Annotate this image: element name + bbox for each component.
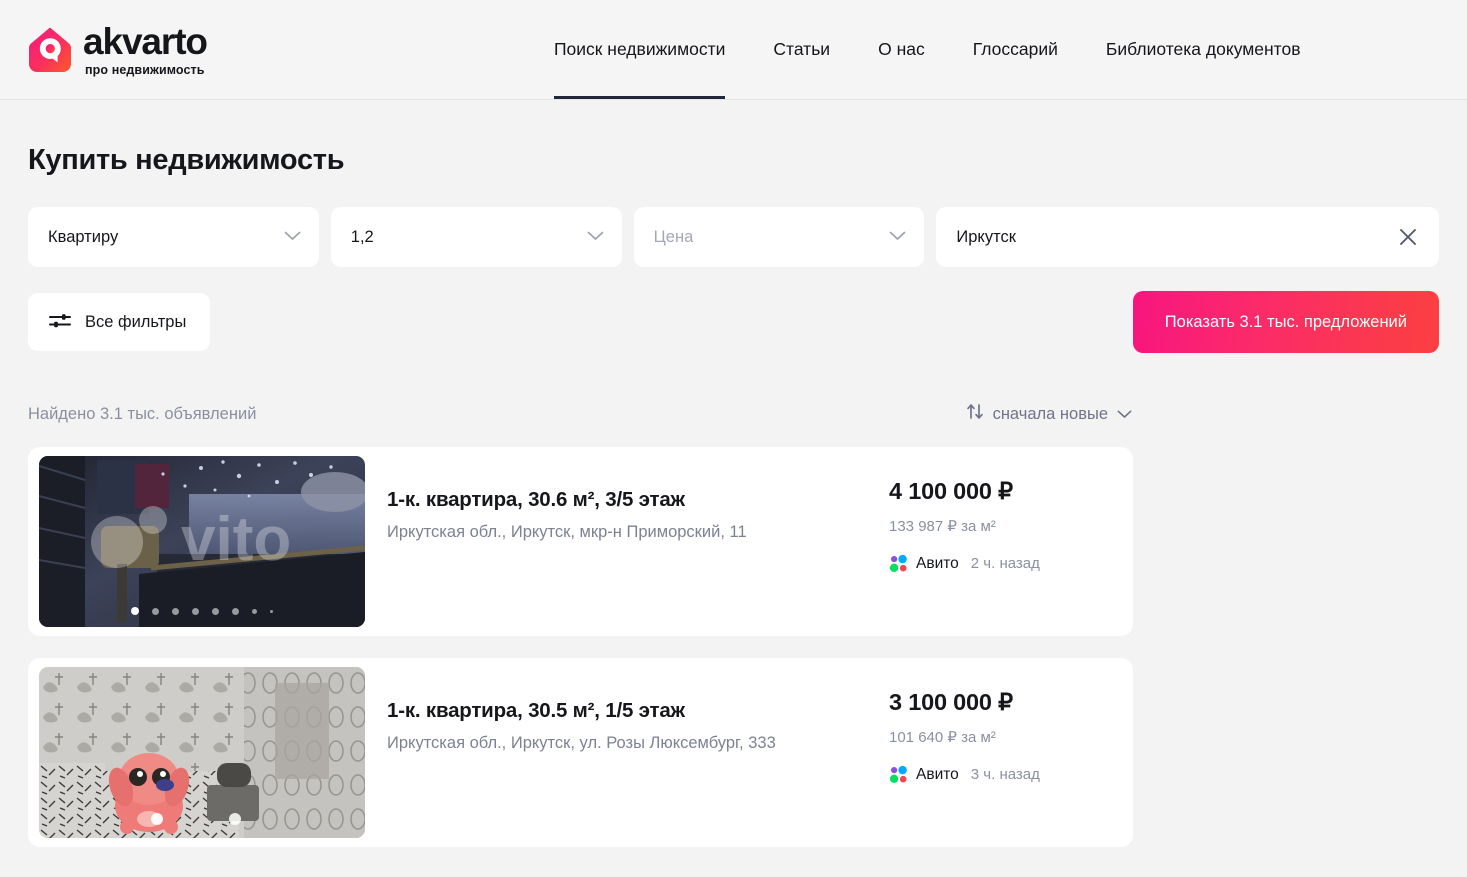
- brand-name: akvarto: [83, 20, 208, 62]
- main-nav: Поиск недвижимости Статьи О нас Глоссари…: [553, 0, 1301, 99]
- site-header: akvarto про недвижимость Поиск недвижимо…: [0, 0, 1467, 100]
- listing-price-per-meter: 133 987 ₽ за м²: [889, 518, 996, 535]
- house-pin-logo-icon: [28, 26, 72, 73]
- page-title: Купить недвижимость: [28, 144, 345, 176]
- main-content: Купить недвижимость Квартиру 1,2 Цена Ир…: [0, 144, 1467, 847]
- close-icon[interactable]: [1395, 224, 1421, 250]
- listing-time: 2 ч. назад: [970, 555, 1040, 572]
- nav-item-about[interactable]: О нас: [878, 0, 925, 99]
- search-filters-row: Квартиру 1,2 Цена Иркутск: [28, 207, 1440, 267]
- photo-dot[interactable]: [270, 609, 273, 613]
- all-filters-label: Все фильтры: [85, 312, 187, 331]
- property-type-value: Квартиру: [48, 227, 119, 246]
- all-filters-button[interactable]: Все фильтры: [28, 293, 211, 351]
- photo-dot[interactable]: [212, 607, 219, 615]
- avito-logo-icon: [889, 765, 908, 784]
- sort-label: сначала новые: [992, 404, 1108, 423]
- filter-actions-row: Все фильтры Показать 3.1 тыс. предложени…: [28, 291, 1439, 353]
- chevron-down-icon: [587, 228, 604, 246]
- listing-price-per-meter: 101 640 ₽ за м²: [889, 729, 996, 746]
- nav-item-glossary[interactable]: Глоссарий: [973, 0, 1058, 99]
- show-offers-button[interactable]: Показать 3.1 тыс. предложений: [1132, 291, 1439, 353]
- listing-price: 4 100 000 ₽: [889, 478, 1013, 504]
- listing-source-row: Авито 3 ч. назад: [889, 765, 1040, 784]
- listing-address: Иркутская обл., Иркутск, мкр-н Приморски…: [387, 523, 747, 541]
- listing-photo[interactable]: vito: [39, 456, 365, 627]
- brand-logo[interactable]: akvarto про недвижимость: [0, 0, 208, 99]
- photo-dot[interactable]: [192, 607, 199, 615]
- rooms-select[interactable]: 1,2: [330, 207, 622, 267]
- city-value: Иркутск: [956, 227, 1016, 246]
- results-count: Найдено 3.1 тыс. объявлений: [28, 404, 257, 423]
- photo-dot[interactable]: [152, 607, 159, 615]
- property-type-select[interactable]: Квартиру: [28, 207, 319, 267]
- brand-text: akvarto про недвижимость: [83, 20, 208, 77]
- listing-text-block: 1-к. квартира, 30.6 м², 3/5 этаж Иркутск…: [387, 488, 887, 542]
- svg-text:vito: vito: [181, 505, 291, 574]
- results-header: Найдено 3.1 тыс. объявлений сначала новы…: [28, 403, 1439, 425]
- rooms-value: 1,2: [350, 227, 374, 246]
- nav-item-articles[interactable]: Статьи: [773, 0, 830, 99]
- listing-source-name: Авито: [916, 765, 959, 783]
- listing-price-block: 3 100 000 ₽ 101 640 ₽ за м² Авито 3 ч. н…: [889, 688, 1040, 784]
- listing-card[interactable]: vito 1-к. квартира, 30.6 м², 3/5 этаж Ир…: [28, 447, 1133, 636]
- nav-item-documents[interactable]: Библиотека документов: [1106, 0, 1301, 99]
- price-select[interactable]: Цена: [633, 207, 925, 267]
- listing-title[interactable]: 1-к. квартира, 30.5 м², 1/5 этаж: [387, 699, 887, 723]
- listing-title[interactable]: 1-к. квартира, 30.6 м², 3/5 этаж: [387, 488, 887, 512]
- listing-text-block: 1-к. квартира, 30.5 м², 1/5 этаж Иркутск…: [387, 699, 887, 753]
- sort-arrows-icon: [966, 403, 984, 425]
- price-placeholder: Цена: [653, 227, 694, 246]
- listing-address: Иркутская обл., Иркутск, ул. Розы Люксем…: [387, 734, 776, 752]
- avito-logo-icon: [889, 554, 908, 573]
- listing-price: 3 100 000 ₽: [889, 689, 1013, 715]
- chevron-down-icon: [889, 228, 906, 246]
- city-input[interactable]: Иркутск: [936, 207, 1440, 267]
- nav-item-search[interactable]: Поиск недвижимости: [553, 0, 726, 99]
- brand-tagline: про недвижимость: [85, 62, 205, 77]
- photo-dot-active[interactable]: [131, 607, 139, 615]
- listing-price-block: 4 100 000 ₽ 133 987 ₽ за м² Авито 2 ч. н…: [889, 477, 1040, 573]
- photo-dot[interactable]: [252, 608, 257, 614]
- chevron-down-icon: [284, 228, 301, 246]
- listing-card[interactable]: 1-к. квартира, 30.5 м², 1/5 этаж Иркутск…: [28, 658, 1133, 847]
- photo-dot[interactable]: [232, 607, 239, 615]
- sliders-icon: [49, 312, 71, 332]
- listing-photo[interactable]: [39, 667, 365, 838]
- listing-source-row: Авито 2 ч. назад: [889, 554, 1040, 573]
- listing-time: 3 ч. назад: [970, 766, 1040, 783]
- listing-source-name: Авито: [916, 554, 959, 572]
- photo-pagination-dots[interactable]: [39, 607, 365, 615]
- photo-dot[interactable]: [172, 607, 179, 615]
- chevron-down-icon: [1117, 405, 1132, 424]
- sort-control[interactable]: сначала новые: [966, 403, 1132, 425]
